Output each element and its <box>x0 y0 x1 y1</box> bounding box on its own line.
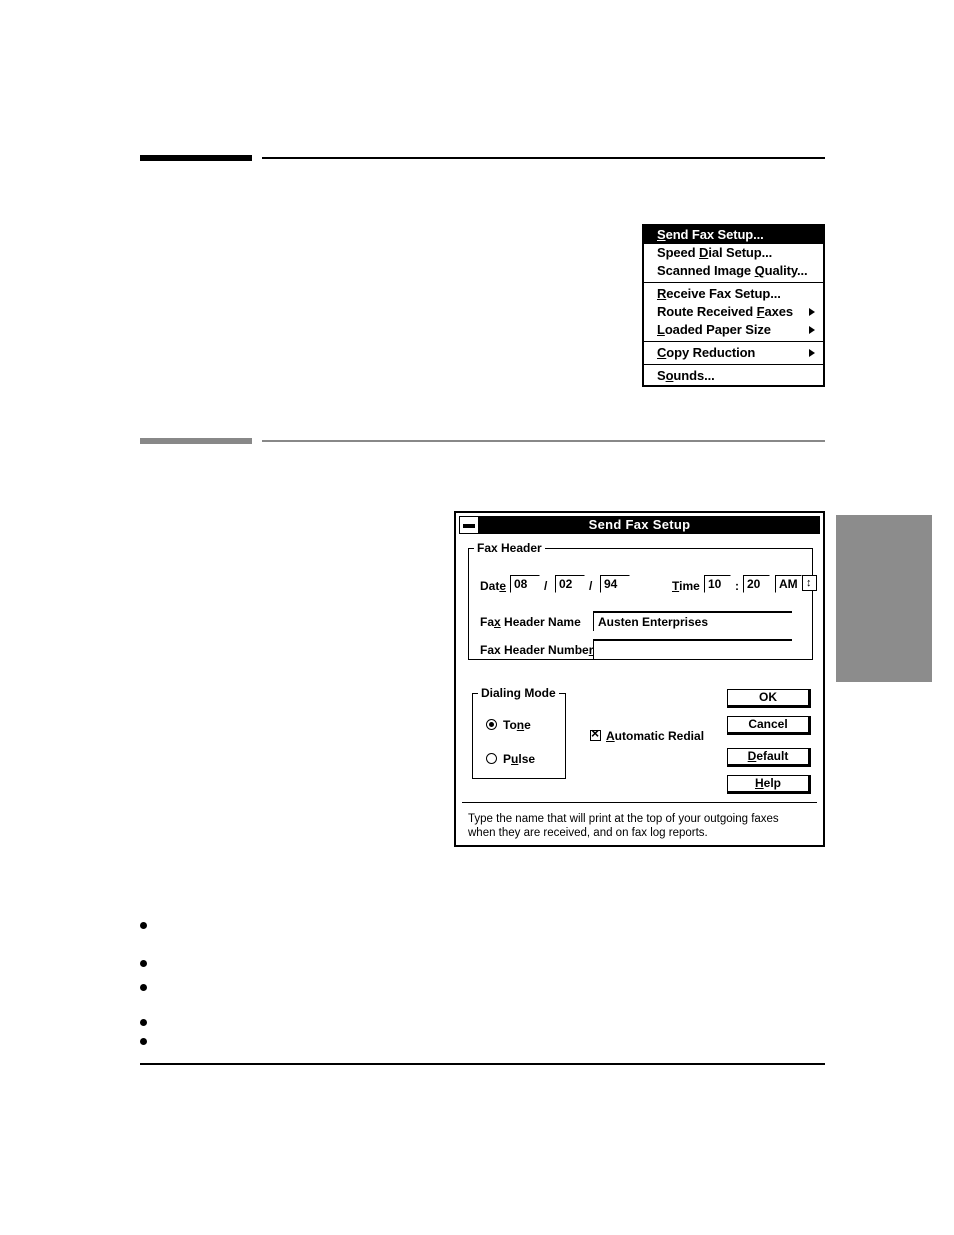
page-rule-top-line <box>262 157 825 159</box>
menu-separator <box>644 364 823 365</box>
dialog-separator <box>462 802 817 803</box>
chapter-side-tab <box>836 515 932 682</box>
list-item <box>140 1019 147 1026</box>
fax-header-number-input[interactable] <box>593 639 792 659</box>
list-item <box>140 1038 147 1045</box>
dialog-help-text: Type the name that will print at the top… <box>468 813 779 839</box>
menu-item-scanned-image-quality[interactable]: Scanned Image Quality... <box>644 262 823 280</box>
menu-item-label: Route Received Faxes <box>657 304 794 319</box>
menu-item-send-fax-setup[interactable]: Send Fax Setup... <box>644 226 823 244</box>
ok-button[interactable]: OK <box>727 689 811 708</box>
page-rule-bottom <box>140 1063 825 1065</box>
submenu-arrow-icon <box>809 349 815 357</box>
page-rule-mid-accent <box>140 438 252 444</box>
date-year-input[interactable]: 94 <box>600 575 630 593</box>
date-day-input[interactable]: 02 <box>555 575 585 593</box>
list-item <box>140 984 147 991</box>
submenu-arrow-icon <box>809 326 815 334</box>
checkbox-indicator-icon <box>590 726 601 741</box>
default-button[interactable]: Default <box>727 748 811 767</box>
cancel-button[interactable]: Cancel <box>727 716 811 735</box>
radio-indicator-icon <box>486 719 497 730</box>
fax-header-name-input[interactable]: Austen Enterprises <box>593 611 792 631</box>
menu-item-label: Receive Fax Setup... <box>657 286 781 301</box>
menu-item-label: Sounds... <box>657 368 715 383</box>
ampm-dropdown-arrow-icon[interactable] <box>802 574 817 592</box>
fax-settings-menu[interactable]: Send Fax Setup... Speed Dial Setup... Sc… <box>642 224 825 387</box>
menu-item-label: Loaded Paper Size <box>657 322 771 337</box>
dialing-mode-group: Dialing Mode <box>472 686 566 779</box>
time-label: Time <box>672 579 700 593</box>
dialing-mode-group-legend: Dialing Mode <box>478 686 559 700</box>
menu-item-label: Scanned Image Quality... <box>657 263 808 278</box>
page-rule-mid-line <box>262 440 825 442</box>
fax-header-group-legend: Fax Header <box>474 541 545 555</box>
automatic-redial-label: Automatic Redial <box>606 729 705 743</box>
radio-tone-label: Tone <box>503 718 531 732</box>
menu-item-copy-reduction[interactable]: Copy Reduction <box>644 344 823 362</box>
menu-item-sounds[interactable]: Sounds... <box>644 367 823 385</box>
menu-separator <box>644 341 823 342</box>
help-button[interactable]: Help <box>727 775 811 794</box>
time-minute-input[interactable]: 20 <box>743 575 770 593</box>
menu-item-label: Copy Reduction <box>657 345 756 360</box>
page-rule-top-accent <box>140 155 252 161</box>
dialog-title: Send Fax Setup <box>588 517 691 532</box>
fax-header-name-label: Fax Header Name <box>480 615 581 629</box>
fax-header-number-label: Fax Header Number <box>480 643 594 657</box>
menu-item-speed-dial-setup[interactable]: Speed Dial Setup... <box>644 244 823 262</box>
menu-item-receive-fax-setup[interactable]: Receive Fax Setup... <box>644 285 823 303</box>
menu-item-loaded-paper-size[interactable]: Loaded Paper Size <box>644 321 823 339</box>
time-hour-input[interactable]: 10 <box>704 575 731 593</box>
submenu-arrow-icon <box>809 308 815 316</box>
send-fax-setup-dialog: Send Fax Setup Fax Header Date 08 / 02 /… <box>454 511 825 847</box>
ampm-select[interactable]: AM <box>775 575 802 593</box>
list-item <box>140 960 147 967</box>
time-separator: : <box>735 579 739 593</box>
radio-indicator-icon <box>486 753 497 764</box>
menu-item-route-received-faxes[interactable]: Route Received Faxes <box>644 303 823 321</box>
list-item <box>140 922 147 929</box>
menu-separator <box>644 282 823 283</box>
radio-pulse-label: Pulse <box>503 752 536 766</box>
menu-item-label: Speed Dial Setup... <box>657 245 773 260</box>
date-separator: / <box>544 579 548 593</box>
date-month-input[interactable]: 08 <box>510 575 540 593</box>
dialog-title-bar: Send Fax Setup <box>459 516 820 534</box>
menu-item-label: Send Fax Setup... <box>657 227 764 242</box>
date-separator: / <box>589 579 593 593</box>
date-label: Date <box>480 579 507 593</box>
